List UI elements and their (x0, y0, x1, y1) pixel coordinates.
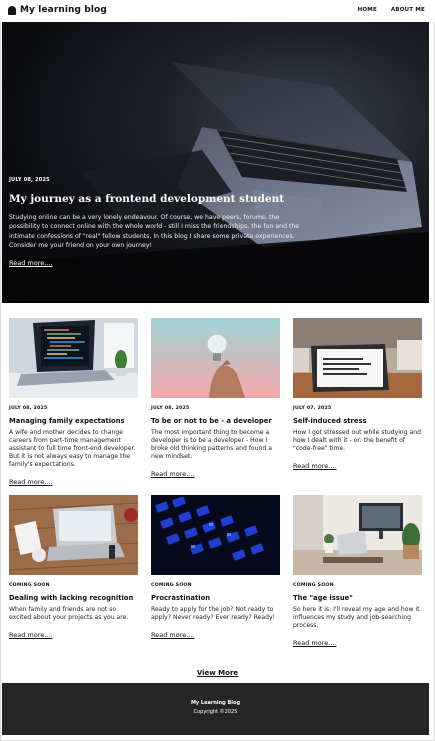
site-title: My learning blog (20, 5, 107, 15)
view-more-wrapper: View More (0, 660, 435, 679)
blog-card: COMING SOON The "age issue" So here it i… (293, 495, 422, 649)
card-text: So here it is: I'll reveal my age and ho… (293, 606, 420, 630)
blog-logo-icon (8, 5, 16, 15)
card-date: COMING SOON (293, 583, 334, 588)
card-image-home-office[interactable] (293, 495, 422, 575)
main-nav: HOME ABOUT ME (358, 7, 425, 13)
card-date: COMING SOON (9, 583, 50, 588)
blog-card: JULY 08, 2025 Managing family expectatio… (9, 318, 138, 488)
card-title[interactable]: Dealing with lacking recognition (9, 594, 138, 602)
footer-title: My Learning Blog (190, 700, 241, 706)
card-text: How I got stressed out while studying an… (293, 429, 422, 453)
card-image-keyboard[interactable] (151, 495, 280, 575)
hero-section: JULY 08, 2025 My journey as a frontend d… (2, 22, 429, 303)
card-read-more-link[interactable]: Read more.... (9, 631, 53, 639)
card-date: JULY 07, 2025 (293, 406, 332, 411)
nav-home-link[interactable]: HOME (358, 7, 377, 13)
card-date: COMING SOON (151, 583, 192, 588)
site-footer: My Learning Blog Copyright ©2025 (2, 683, 429, 735)
card-read-more-link[interactable]: Read more.... (293, 639, 337, 647)
hero-date: JULY 08, 2025 (9, 177, 50, 183)
blog-card: JULY 07, 2025 Self-induced stress How I … (293, 318, 422, 472)
site-logo[interactable]: My learning blog (8, 5, 107, 15)
card-read-more-link[interactable]: Read more.... (293, 462, 337, 470)
nav-about-link[interactable]: ABOUT ME (391, 7, 425, 13)
card-title[interactable]: The "age issue" (293, 594, 422, 602)
view-more-link[interactable]: View More (197, 669, 238, 677)
card-read-more-link[interactable]: Read more.... (151, 631, 195, 639)
card-date: JULY 08, 2025 (151, 406, 190, 411)
card-title[interactable]: To be or not to be - a developer (151, 417, 280, 425)
card-image-desk-laptop[interactable] (293, 318, 422, 398)
card-title[interactable]: Managing family expectations (9, 417, 138, 425)
blog-card: JULY 08, 2025 To be or not to be - a dev… (151, 318, 280, 480)
card-date: JULY 08, 2025 (9, 406, 48, 411)
hero-text: Studying online can be a very lonely end… (9, 214, 300, 249)
hero-content: JULY 08, 2025 My journey as a frontend d… (9, 177, 309, 269)
footer-copyright: Copyright ©2025 (193, 709, 238, 715)
blog-card: COMING SOON Procrastination Ready to app… (151, 495, 280, 641)
card-image-coding-laptop[interactable] (9, 318, 138, 398)
card-text: The most important thing to become a dev… (151, 429, 272, 461)
blog-card: COMING SOON Dealing with lacking recogni… (9, 495, 138, 641)
site-header: My learning blog HOME ABOUT ME (0, 0, 435, 22)
card-title[interactable]: Self-induced stress (293, 417, 422, 425)
card-image-wooden-desk[interactable] (9, 495, 138, 575)
card-read-more-link[interactable]: Read more.... (151, 470, 195, 478)
card-title[interactable]: Procrastination (151, 594, 280, 602)
card-text: When family and friends are not so excit… (9, 606, 129, 622)
card-text: Ready to apply for the job? Not ready to… (151, 606, 276, 622)
card-read-more-link[interactable]: Read more.... (9, 478, 53, 486)
card-image-lightbulb[interactable] (151, 318, 280, 398)
hero-read-more-link[interactable]: Read more.... (9, 259, 53, 267)
card-text: A wife and mother decides to change care… (9, 429, 136, 469)
hero-title[interactable]: My journey as a frontend development stu… (9, 193, 309, 205)
